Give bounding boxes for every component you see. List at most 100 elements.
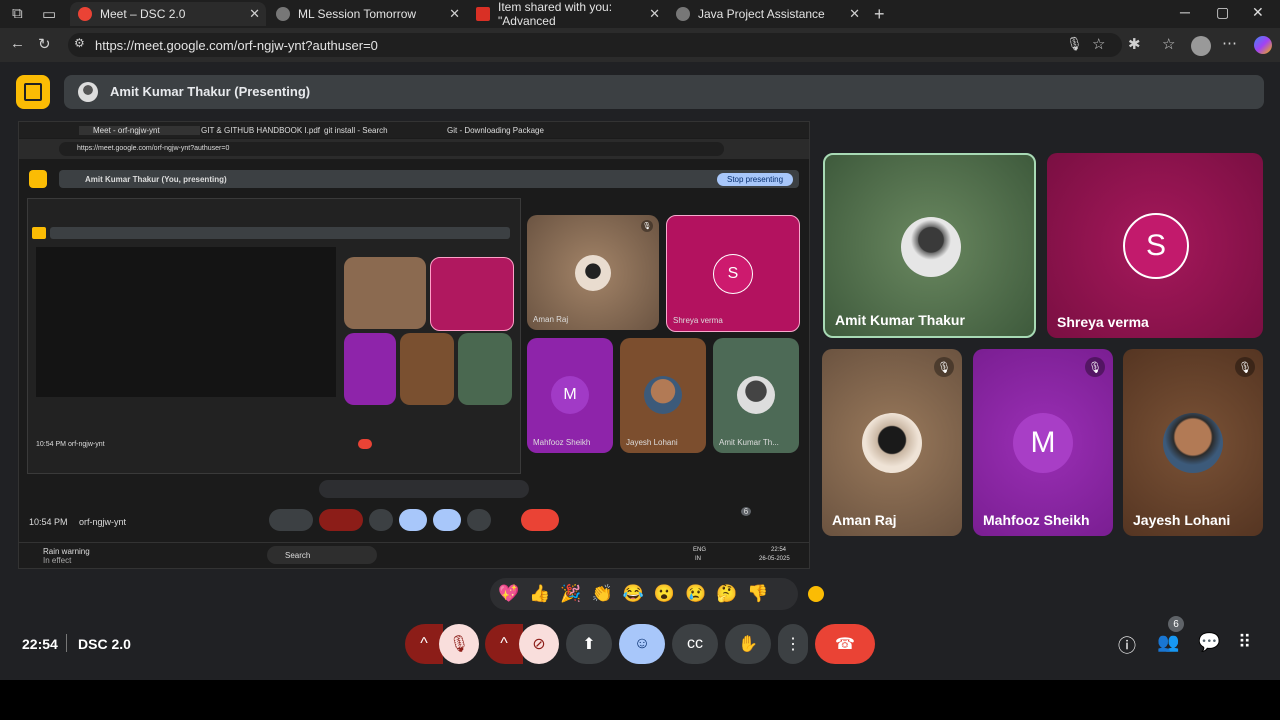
profile-avatar[interactable] bbox=[1191, 36, 1211, 56]
tab-item-shared[interactable]: Item shared with you: "Advanced ✕ bbox=[470, 0, 666, 28]
nested-tile bbox=[344, 333, 396, 405]
inner-control bbox=[369, 509, 393, 531]
inner-control bbox=[269, 509, 313, 531]
site-info-icon[interactable]: ⚙ bbox=[74, 36, 85, 50]
reaction-party[interactable]: 🎉 bbox=[560, 584, 581, 604]
tab-ml-session[interactable]: ML Session Tomorrow ✕ bbox=[270, 2, 466, 26]
participant-avatar bbox=[862, 413, 922, 473]
participant-tile-shreya[interactable]: S Shreya verma bbox=[1047, 153, 1263, 338]
reaction-thumbs-down[interactable]: 👎 bbox=[747, 584, 768, 604]
nested-tile bbox=[458, 333, 512, 405]
participant-tile-mahfooz[interactable]: M 🎙 Mahfooz Sheikh bbox=[973, 349, 1113, 536]
menu-dots-icon[interactable]: ⋯ bbox=[1222, 34, 1237, 52]
maximize-icon[interactable]: ▢ bbox=[1216, 4, 1229, 21]
inner-avatar bbox=[737, 376, 775, 414]
url-text: https://meet.google.com/orf-ngjw-ynt?aut… bbox=[95, 38, 378, 53]
raise-hand-icon[interactable]: ✋ bbox=[725, 624, 771, 664]
workspaces-icon[interactable]: ⧉ bbox=[12, 5, 23, 22]
inner-control bbox=[467, 509, 491, 531]
inner-taskbar bbox=[19, 542, 809, 568]
tab-actions-icon[interactable]: ▭ bbox=[42, 5, 56, 23]
info-icon[interactable]: ⓘ bbox=[1118, 632, 1136, 658]
present-screen-icon[interactable]: ⬆ bbox=[566, 624, 612, 664]
meet-favicon-icon bbox=[78, 7, 92, 21]
mic-options-button[interactable]: ^ bbox=[405, 624, 443, 664]
favorite-star-icon[interactable]: ☆ bbox=[1092, 35, 1105, 53]
close-tab-icon[interactable]: ✕ bbox=[849, 6, 860, 22]
chat-icon[interactable]: 💬 bbox=[1198, 632, 1220, 653]
inner-tray-time: 22:54 bbox=[771, 547, 787, 553]
inner-name: Mahfooz Sheikh bbox=[533, 438, 591, 447]
stop-presenting-button: Stop presenting bbox=[717, 173, 794, 186]
inner-tile-amit: Amit Kumar Th... bbox=[713, 338, 799, 453]
participant-name: Amit Kumar Thakur bbox=[835, 312, 965, 328]
reaction-surprised[interactable]: 😮 bbox=[654, 584, 675, 604]
reaction-laugh[interactable]: 😂 bbox=[623, 584, 644, 604]
participant-tile-jayesh[interactable]: 🎙 Jayesh Lohani bbox=[1123, 349, 1263, 536]
reaction-sad[interactable]: 😢 bbox=[685, 584, 706, 604]
tab-java-project[interactable]: Java Project Assistance ✕ bbox=[670, 2, 866, 26]
emoji-icon[interactable]: ☺ bbox=[619, 624, 665, 664]
nested-deeper-screen bbox=[36, 247, 336, 397]
end-call-button[interactable]: ☎ bbox=[815, 624, 875, 664]
inner-name: Shreya verma bbox=[673, 316, 723, 325]
muted-mic-icon: 🎙 bbox=[934, 357, 954, 377]
nested-tile bbox=[430, 257, 514, 331]
nested-tile bbox=[344, 257, 426, 329]
reaction-heart[interactable]: 💖 bbox=[498, 584, 519, 604]
participant-avatar bbox=[901, 217, 961, 277]
reaction-thumbs-up[interactable]: 👍 bbox=[529, 584, 550, 604]
nested-logo bbox=[32, 227, 46, 239]
nested-end-call bbox=[358, 439, 372, 449]
participant-name: Shreya verma bbox=[1057, 314, 1149, 330]
reaction-clap[interactable]: 👏 bbox=[592, 584, 613, 604]
camera-options-button[interactable]: ^ bbox=[485, 624, 523, 664]
shared-screen: Meet - orf-ngjw-ynt GIT & GITHUB HANDBOO… bbox=[18, 121, 810, 569]
camera-off-icon[interactable]: ⊘ bbox=[519, 624, 559, 664]
skin-tone-selector[interactable] bbox=[808, 586, 824, 602]
reaction-thinking[interactable]: 🤔 bbox=[716, 584, 737, 604]
close-tab-icon[interactable]: ✕ bbox=[649, 6, 660, 22]
nested-screen: 10:54 PM orf-ngjw-ynt bbox=[27, 198, 521, 474]
mic-muted-icon[interactable]: 🎙 bbox=[439, 624, 479, 664]
tab-meet[interactable]: Meet – DSC 2.0 ✕ bbox=[70, 2, 266, 26]
inner-people-count: 6 bbox=[741, 507, 751, 516]
inner-meeting-code: orf-ngjw-ynt bbox=[79, 517, 127, 527]
muted-mic-icon: 🎙 bbox=[641, 220, 653, 232]
muted-mic-icon: 🎙 bbox=[1235, 357, 1255, 377]
minimize-icon[interactable]: ─ bbox=[1180, 4, 1190, 20]
participant-tile-amit[interactable]: Amit Kumar Thakur bbox=[823, 153, 1036, 338]
tab-title: ML Session Tomorrow bbox=[298, 7, 417, 21]
mic-icon[interactable]: 🎙 bbox=[1066, 36, 1083, 52]
participant-name: Aman Raj bbox=[832, 512, 897, 528]
participant-tile-aman[interactable]: 🎙 Aman Raj bbox=[822, 349, 962, 536]
nested-bar bbox=[50, 227, 510, 239]
inner-letter-avatar: S bbox=[713, 254, 753, 294]
shared-tab: GIT & GITHUB HANDBOOK I.pdf bbox=[201, 126, 320, 135]
back-icon[interactable]: ← bbox=[10, 35, 25, 52]
nested-code: orf-ngjw-ynt bbox=[68, 441, 105, 448]
new-tab-icon[interactable]: + bbox=[874, 4, 885, 25]
participant-name: Mahfooz Sheikh bbox=[983, 512, 1090, 528]
copilot-icon[interactable] bbox=[1254, 36, 1272, 54]
inner-avatar bbox=[644, 376, 682, 414]
favorites-icon[interactable]: ☆ bbox=[1162, 35, 1175, 53]
refresh-icon[interactable]: ↻ bbox=[38, 35, 51, 53]
meeting-name: DSC 2.0 bbox=[78, 636, 131, 652]
people-icon[interactable]: 👥 bbox=[1157, 632, 1179, 653]
extensions-icon[interactable]: ✱ bbox=[1128, 35, 1141, 53]
inner-reaction-bar bbox=[319, 480, 529, 498]
inner-lang: ENG bbox=[693, 547, 707, 553]
close-window-icon[interactable]: ✕ bbox=[1252, 4, 1264, 21]
inner-name: Aman Raj bbox=[533, 315, 569, 324]
close-tab-icon[interactable]: ✕ bbox=[249, 6, 260, 22]
more-options-icon[interactable]: ⋮ bbox=[778, 624, 808, 664]
close-tab-icon[interactable]: ✕ bbox=[449, 6, 460, 22]
activities-icon[interactable]: ⠿ bbox=[1238, 632, 1251, 653]
meet-layout-icon[interactable] bbox=[16, 75, 50, 109]
captions-icon[interactable]: cc bbox=[672, 624, 718, 664]
letter-avatar: M bbox=[1013, 413, 1073, 473]
inner-letter-avatar: M bbox=[551, 376, 589, 414]
inner-tray-date: 26-05-2025 bbox=[759, 556, 790, 562]
meeting-clock: 22:54 bbox=[22, 636, 58, 652]
